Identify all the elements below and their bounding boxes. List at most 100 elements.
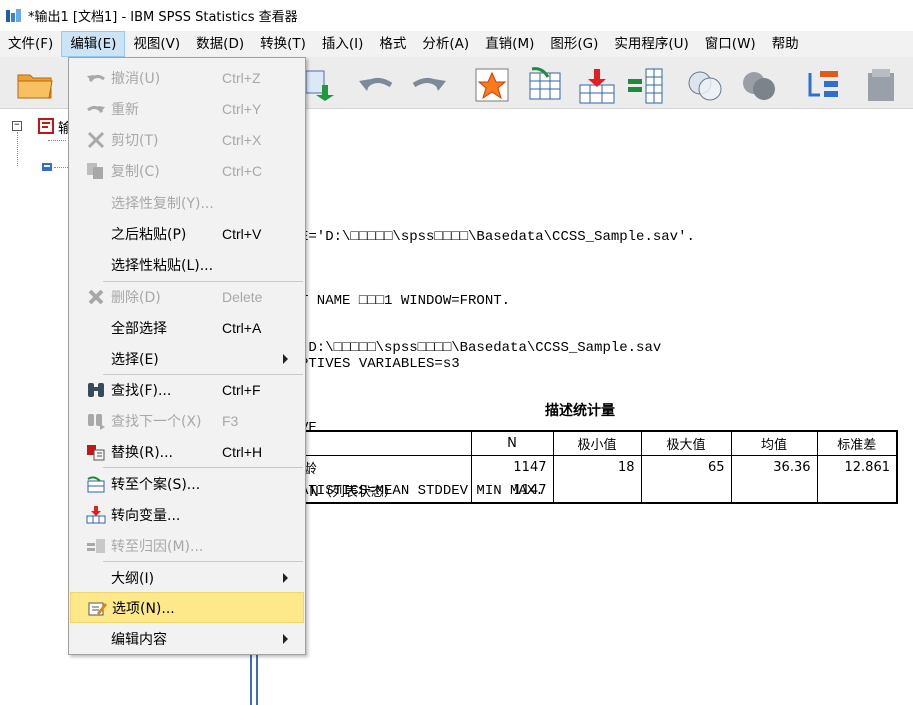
menu-item-label: 撤消(U) xyxy=(111,70,161,87)
undo-toolbar-icon[interactable] xyxy=(355,67,393,101)
menu-window[interactable]: 窗口(W) xyxy=(697,31,764,57)
edit-menu-dropdown: 撤消(U) Ctrl+Z 重新 Ctrl+Y 剪切(T) Ctrl+X 复制(C… xyxy=(68,57,306,655)
menu-item-select[interactable]: 选择(E) xyxy=(70,343,304,374)
menu-item-label: 选择性粘贴(L)... xyxy=(111,257,214,274)
menu-item-paste-special[interactable]: 选择性粘贴(L)... xyxy=(70,249,304,280)
menu-item-replace[interactable]: 替换(R)... Ctrl+H xyxy=(70,436,304,467)
menu-item-goto-variable[interactable]: 转向变量... xyxy=(70,499,304,530)
menu-item-label: 复制(C) xyxy=(111,163,160,180)
table-cell xyxy=(552,479,642,504)
menu-item-label: 转至个案(S)... xyxy=(111,476,201,493)
open-folder-icon[interactable] xyxy=(16,67,53,101)
menu-direct-marketing[interactable]: 直销(M) xyxy=(477,31,542,57)
export-icon[interactable] xyxy=(304,67,338,101)
menu-analyze[interactable]: 分析(A) xyxy=(414,31,477,57)
menu-item-options[interactable]: 选项(N)... xyxy=(70,592,304,623)
descriptives-table[interactable]: N 极小值 极大值 均值 标准差 S3. 年龄 1147 18 65 36.36… xyxy=(258,430,898,504)
title-bar: *输出1 [文档1] - IBM SPSS Statistics 查看器 xyxy=(0,0,913,31)
undo-icon xyxy=(86,69,106,87)
table-cell xyxy=(816,479,898,504)
menu-item-label: 重新 xyxy=(111,101,139,118)
table-cell xyxy=(730,479,818,504)
window-title: *输出1 [文档1] - IBM SPSS Statistics 查看器 xyxy=(28,10,298,25)
menu-item-shortcut: Ctrl+C xyxy=(222,162,263,179)
table-cell: 18 xyxy=(552,454,642,479)
menu-help[interactable]: 帮助 xyxy=(764,31,807,57)
tree-line xyxy=(48,140,66,141)
submenu-arrow-icon xyxy=(283,354,288,364)
tree-node-icon[interactable] xyxy=(42,162,54,172)
menu-item-undo[interactable]: 撤消(U) Ctrl+Z xyxy=(70,62,304,93)
menu-item-copy[interactable]: 复制(C) Ctrl+C xyxy=(70,155,304,186)
goto-data-icon[interactable] xyxy=(474,67,509,102)
syntax-line: ATASET NAME □□□1 WINDOW=FRONT. xyxy=(258,292,511,309)
spss-app-icon xyxy=(6,8,22,24)
submenu-arrow-icon xyxy=(283,573,288,583)
goto-variable-toolbar-icon[interactable] xyxy=(578,67,615,104)
menu-item-outline[interactable]: 大纲(I) xyxy=(70,562,304,593)
menu-edit[interactable]: 编辑(E) xyxy=(61,31,126,57)
table-header-cell: 极小值 xyxy=(552,430,642,456)
hide-icon[interactable] xyxy=(740,67,775,101)
menu-item-label: 转至归因(M)... xyxy=(111,538,204,555)
menu-item-shortcut: Ctrl+X xyxy=(222,131,262,148)
menu-item-find-next[interactable]: 查找下一个(X) F3 xyxy=(70,405,304,436)
menu-item-shortcut: F3 xyxy=(222,412,239,429)
menu-item-label: 剪切(T) xyxy=(111,132,159,149)
output-content: ET FILE='D:\□□□□□\spss□□□□\Basedata\CCSS… xyxy=(258,110,913,705)
tree-collapse-icon[interactable]: − xyxy=(12,121,22,131)
redo-icon xyxy=(86,100,106,118)
scissors-icon xyxy=(86,131,106,149)
menu-item-copy-special[interactable]: 选择性复制(Y)... xyxy=(70,187,304,218)
menu-item-label: 转向变量... xyxy=(111,507,181,524)
table-header-cell: 均值 xyxy=(730,430,818,456)
variables-list-icon[interactable] xyxy=(626,67,663,104)
find-next-icon xyxy=(86,412,106,430)
tree-line xyxy=(54,167,68,168)
menu-item-label: 删除(D) xyxy=(111,289,161,306)
menu-item-delete[interactable]: 删除(D) Delete xyxy=(70,281,304,312)
goto-case-icon xyxy=(86,475,106,493)
table-title: 描述统计量 xyxy=(545,403,615,419)
menu-item-shortcut: Ctrl+Z xyxy=(222,69,261,86)
redo-toolbar-icon[interactable] xyxy=(410,67,446,101)
dataset-line: □□□1] D:\□□□□□\spss□□□□\Basedata\CCSS_Sa… xyxy=(258,340,662,356)
table-cell: 1147 xyxy=(470,479,554,504)
menu-insert[interactable]: 插入(I) xyxy=(314,31,372,57)
menu-bar: 文件(F) 编辑(E) 视图(V) 数据(D) 转换(T) 插入(I) 格式 分… xyxy=(0,31,913,57)
menu-item-label: 选项(N)... xyxy=(112,600,175,617)
menu-transform[interactable]: 转换(T) xyxy=(252,31,314,57)
menu-item-label: 替换(R)... xyxy=(111,444,174,461)
goto-imputation-icon xyxy=(86,537,106,555)
menu-item-goto-case[interactable]: 转至个案(S)... xyxy=(70,468,304,499)
syntax-line: ESCRIPTIVES VARIABLES=s3 xyxy=(258,356,460,373)
menu-utilities[interactable]: 实用程序(U) xyxy=(606,31,696,57)
menu-item-label: 查找(F)... xyxy=(111,382,172,399)
menu-data[interactable]: 数据(D) xyxy=(188,31,252,57)
promote-icon[interactable] xyxy=(806,67,840,101)
menu-item-edit-content[interactable]: 编辑内容 xyxy=(70,623,304,654)
menu-item-label: 选择(E) xyxy=(111,351,159,368)
goto-case-toolbar-icon[interactable] xyxy=(528,67,562,101)
menu-item-goto-imputation[interactable]: 转至归因(M)... xyxy=(70,530,304,561)
syntax-line: ET xyxy=(258,163,695,184)
menu-file[interactable]: 文件(F) xyxy=(0,31,61,57)
show-all-icon[interactable] xyxy=(686,67,722,101)
demote-icon[interactable] xyxy=(862,67,896,101)
table-row: 有效的 N（列表状态） 1147 xyxy=(258,479,898,504)
menu-item-shortcut: Delete xyxy=(222,288,263,305)
table-header-cell: N xyxy=(470,430,554,456)
menu-item-redo[interactable]: 重新 Ctrl+Y xyxy=(70,93,304,124)
menu-view[interactable]: 视图(V) xyxy=(125,31,188,57)
table-header-cell: 极大值 xyxy=(640,430,732,456)
menu-item-cut[interactable]: 剪切(T) Ctrl+X xyxy=(70,124,304,155)
output-log-icon[interactable] xyxy=(38,118,54,134)
menu-format[interactable]: 格式 xyxy=(371,31,414,57)
syntax-line: FILE='D:\□□□□□\spss□□□□\Basedata\CCSS_Sa… xyxy=(258,229,695,246)
menu-item-paste-after[interactable]: 之后粘贴(P) Ctrl+V xyxy=(70,218,304,249)
replace-icon xyxy=(86,443,106,461)
menu-item-find[interactable]: 查找(F)... Ctrl+F xyxy=(70,374,304,405)
menu-graphs[interactable]: 图形(G) xyxy=(542,31,606,57)
menu-item-select-all[interactable]: 全部选择 Ctrl+A xyxy=(70,312,304,343)
menu-item-label: 大纲(I) xyxy=(111,570,155,587)
